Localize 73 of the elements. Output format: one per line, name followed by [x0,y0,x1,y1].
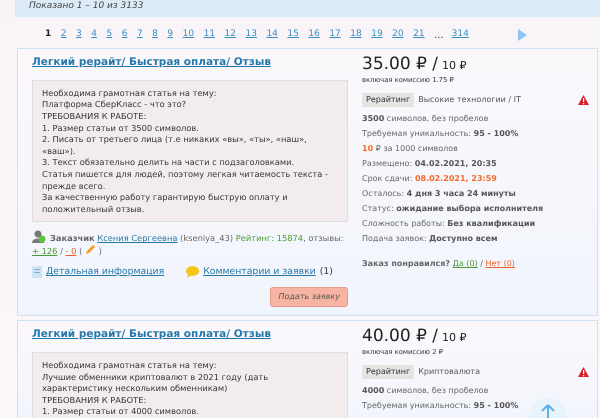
comments-link[interactable]: Комментарии и заявки [203,265,316,280]
detail-line: Статус: ожидание выбора исполнителя [362,203,544,216]
order-description: Необходима грамотная статья на тему: Лучшие обменники криптовалют в 2021 году (дать характеристику нескольким обменникам) ТРЕБОВАНИЯ К РАБОТЕ: 1. Размер статьи от 4000 символов. [32,352,348,418]
dislike-link[interactable]: Нет (0) [485,259,515,268]
detail-line: 4000 символов, без пробелов [362,385,488,398]
page-link[interactable]: 11 [204,28,216,42]
negative-reviews-link[interactable]: - 0 [66,246,76,256]
page-link[interactable]: 13 [246,28,257,42]
category-tag: Рерайтинг [362,365,414,380]
order-description: Необходима грамотная статья на тему: Платформа СберКласс - что это? ТРЕБОВАНИЯ К РАБОТЕ: 1. Размер статьи от 3500 символов. 2. Писать от третьего лица (т.е никаких «вы», «ты», «наш», «ваш»). 3. Текст обязательно делить на части с подзаголовками. Статья пишется для людей, поэтому легкая читаемость текста - прежде всего. За качественную работу гарантирую быструю оплату и положительный отзыв. [32,80,348,222]
next-page-icon[interactable] [518,29,528,41]
price: 40.00 ₽ / [362,327,438,346]
order-title-link[interactable]: Легкий рерайт/ Быстрая оплата/ Отзыв [32,327,271,343]
category: Высокие технологии / IT [418,94,521,106]
pagination-ellipsis: ... [434,28,444,42]
page-link[interactable]: 16 [308,28,320,42]
like-link[interactable]: Да (0) [452,259,478,268]
order-title-link[interactable]: Легкий рерайт/ Быстрая оплата/ Отзыв [32,55,271,71]
feedback-question: Заказ понравился? [362,259,450,268]
category: Криптовалюта [418,366,480,378]
detail-line: Осталось: 4 дня 3 часа 24 минуты [362,188,516,200]
details-link[interactable]: Детальная информация [46,265,164,280]
page-link[interactable]: 14 [266,28,278,42]
page-link[interactable]: 4 [91,28,97,42]
positive-reviews-link[interactable]: + 126 [32,246,58,256]
page-link[interactable]: 5 [106,28,112,42]
feedback-separator: / [480,259,483,268]
results-summary: Показано 1 – 10 из 3133 [15,0,600,17]
up-arrow-icon [540,404,556,418]
page-link[interactable]: 9 [167,28,174,42]
detail-line: Требуемая уникальность: 95 - 100% [362,128,518,140]
comments-count: (1) [320,265,333,280]
detail-line: Требуемая уникальность: 95 - 100% [362,400,518,412]
detail-line: 10 ₽ за 1000 символов [362,143,458,156]
warning-icon [578,95,589,106]
page-link[interactable]: 18 [350,28,362,42]
document-icon [32,266,42,278]
reviews-label: , отзывы: [303,233,344,244]
customer-role: Заказчик [50,233,95,244]
page-link[interactable]: 3 [76,28,82,42]
warning-icon [578,367,589,378]
page-link[interactable]: 12 [224,28,236,42]
pencil-icon [84,244,96,256]
customer-name-link[interactable]: Ксения Сергеевна [97,233,178,244]
detail-line: 3500 символов, без пробелов [362,113,488,126]
user-icon [32,230,46,244]
page-link[interactable]: 7 [136,28,143,42]
page-link[interactable]: 10 [182,28,194,42]
price: 35.00 ₽ / [362,55,438,74]
page-link[interactable]: 314 [452,28,469,42]
page-link[interactable]: 8 [152,28,158,42]
detail-line: Размещено: 04.02.2021, 20:35 [362,158,497,170]
detail-line: Подача заявок: Доступно всем [362,233,498,246]
customer-rating: Рейтинг: 15874 [236,233,304,244]
apply-button[interactable]: Подать заявку [270,287,348,308]
customer-login: (kseniya_43) [180,233,234,244]
speech-bubble-icon [186,266,200,278]
price-per-unit: 10 ₽ [442,330,467,346]
open-paren: ( [79,246,82,256]
close-paren: ) [98,246,102,256]
page-link[interactable]: 20 [392,28,404,42]
page-link[interactable]: 1 [45,28,52,42]
detail-line: Сложность работы: Без квалификации [362,218,536,230]
page-link[interactable]: 2 [60,28,66,42]
detail-line: Срок сдачи: 08.02.2021, 23:59 [362,173,497,186]
reviews-separator: / [60,246,63,256]
price-per-unit: 10 ₽ [442,58,467,74]
page-link[interactable]: 21 [413,28,425,42]
page-link[interactable]: 6 [122,28,128,42]
page-link[interactable]: 19 [371,28,383,42]
category-tag: Рерайтинг [362,93,414,108]
page-link[interactable]: 17 [329,28,341,42]
page-link[interactable]: 15 [287,28,299,42]
